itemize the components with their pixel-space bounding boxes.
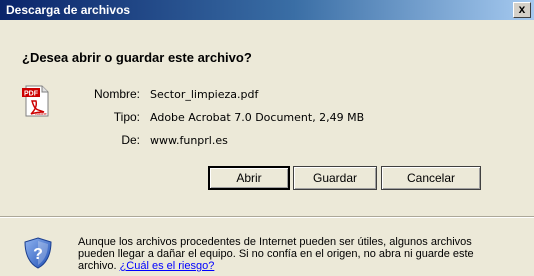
shield-question-icon: ? — [24, 237, 52, 269]
file-download-dialog: Descarga de archivos x ¿Desea abrir o gu… — [0, 0, 534, 276]
file-source-label: De: — [121, 133, 140, 147]
title-bar[interactable]: Descarga de archivos x — [0, 0, 534, 20]
file-name-label: Nombre: — [93, 87, 140, 101]
file-source-value: www.funprl.es — [150, 134, 228, 147]
security-warning: Aunque los archivos procedentes de Inter… — [78, 236, 498, 272]
file-type-value: Adobe Acrobat 7.0 Document, 2,49 MB — [150, 111, 365, 124]
open-button[interactable]: Abrir — [208, 166, 290, 190]
close-button[interactable]: x — [513, 2, 531, 18]
save-button[interactable]: Guardar — [293, 166, 377, 190]
svg-text:?: ? — [33, 246, 43, 263]
cancel-button[interactable]: Cancelar — [381, 166, 481, 190]
file-name-value: Sector_limpieza.pdf — [150, 88, 259, 101]
file-type-label: Tipo: — [113, 110, 140, 124]
risk-link[interactable]: ¿Cuál es el riesgo? — [120, 260, 215, 272]
separator-highlight — [0, 217, 534, 218]
window-title: Descarga de archivos — [6, 3, 131, 17]
dialog-question: ¿Desea abrir o guardar este archivo? — [22, 50, 252, 65]
